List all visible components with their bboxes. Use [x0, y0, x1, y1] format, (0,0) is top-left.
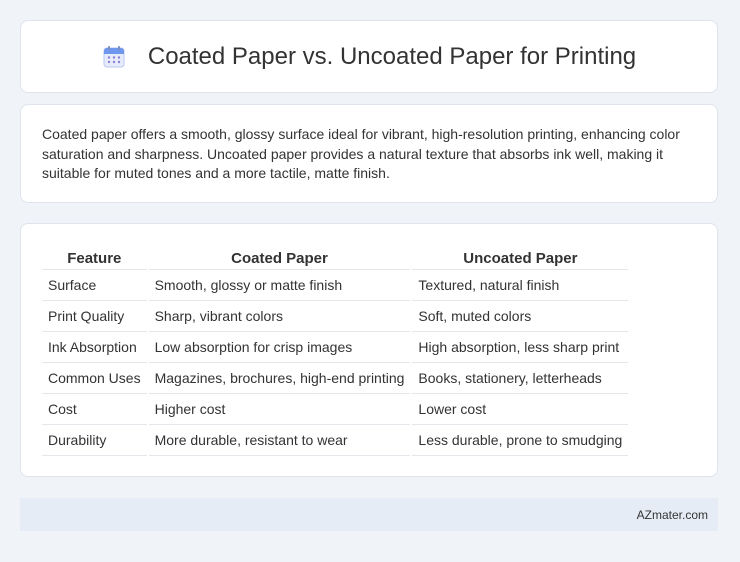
table-cell: Soft, muted colors [412, 301, 629, 332]
table-row: Durability More durable, resistant to we… [42, 425, 629, 456]
comparison-table: Feature Coated Paper Uncoated Paper Surf… [40, 244, 630, 456]
table-cell: Higher cost [148, 394, 411, 425]
table-cell: Books, stationery, letterheads [412, 363, 629, 394]
table-cell: High absorption, less sharp print [412, 332, 629, 363]
intro-text: Coated paper offers a smooth, glossy sur… [42, 126, 680, 181]
table-row: Cost Higher cost Lower cost [42, 394, 629, 425]
table-cell: Durability [42, 425, 147, 456]
table-cell: Textured, natural finish [412, 270, 629, 301]
footer: AZmater.com [20, 498, 718, 531]
table-cell: More durable, resistant to wear [148, 425, 411, 456]
title-card: Coated Paper vs. Uncoated Paper for Prin… [20, 20, 718, 93]
column-header-uncoated: Uncoated Paper [412, 244, 629, 270]
column-header-feature: Feature [42, 244, 147, 270]
page-title: Coated Paper vs. Uncoated Paper for Prin… [147, 42, 637, 70]
table-cell: Print Quality [42, 301, 147, 332]
table-cell: Less durable, prone to smudging [412, 425, 629, 456]
column-header-coated: Coated Paper [148, 244, 411, 270]
table-row: Ink Absorption Low absorption for crisp … [42, 332, 629, 363]
table-cell: Smooth, glossy or matte finish [148, 270, 411, 301]
table-cell: Magazines, brochures, high-end printing [148, 363, 411, 394]
footer-site-link[interactable]: AZmater.com [637, 508, 708, 522]
comparison-card: Feature Coated Paper Uncoated Paper Surf… [20, 223, 718, 477]
table-cell: Common Uses [42, 363, 147, 394]
table-row: Print Quality Sharp, vibrant colors Soft… [42, 301, 629, 332]
table-row: Surface Smooth, glossy or matte finish T… [42, 270, 629, 301]
table-cell: Ink Absorption [42, 332, 147, 363]
table-cell: Low absorption for crisp images [148, 332, 411, 363]
calendar-icon [102, 45, 126, 69]
table-header-row: Feature Coated Paper Uncoated Paper [42, 244, 629, 270]
intro-card: Coated paper offers a smooth, glossy sur… [20, 104, 718, 203]
table-cell: Surface [42, 270, 147, 301]
table-row: Common Uses Magazines, brochures, high-e… [42, 363, 629, 394]
table-cell: Sharp, vibrant colors [148, 301, 411, 332]
table-cell: Lower cost [412, 394, 629, 425]
table-cell: Cost [42, 394, 147, 425]
